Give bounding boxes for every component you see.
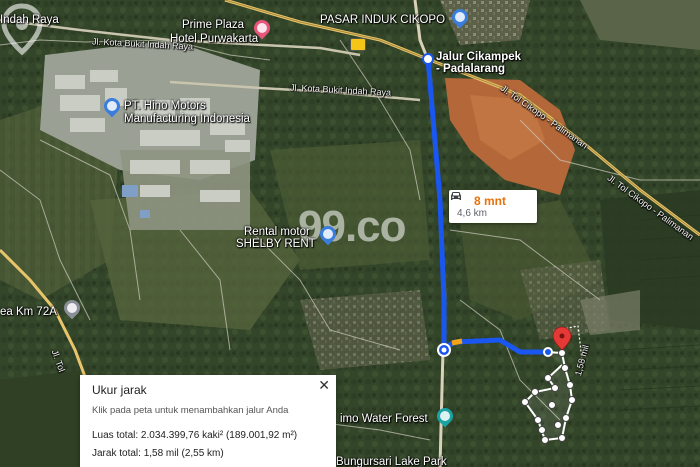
- route-start-marker[interactable]: [422, 53, 434, 65]
- measure-distance-panel: Ukur jarak ✕ Klik pada peta untuk menamb…: [80, 375, 336, 467]
- route-time: 8 mnt: [474, 194, 507, 208]
- route-info-bubble[interactable]: 8 mnt 4,6 km: [449, 190, 537, 223]
- map-label-hino: PT. Hino Motors: [124, 100, 206, 112]
- map-label-jalur-2: - Padalarang: [436, 63, 506, 75]
- watermark-logo-icon: [1, 3, 43, 56]
- route-distance: 4,6 km: [457, 208, 488, 219]
- panel-hint: Klik pada peta untuk menambahkan jalur A…: [92, 405, 289, 416]
- map-label-hino-2: Manufacturing Indonesia: [124, 113, 250, 125]
- map-label-rest-area: ea Km 72A: [0, 306, 57, 318]
- map-label-pasar-induk: PASAR INDUK CIKOPO: [320, 14, 446, 26]
- highway-shield-icon: [350, 38, 366, 51]
- map-label-indah-raya: Indah Raya: [0, 14, 59, 26]
- route-end-marker[interactable]: [543, 347, 553, 357]
- map-label-water-forest: imo Water Forest: [340, 413, 428, 425]
- close-icon[interactable]: ✕: [318, 377, 330, 394]
- car-icon: [451, 192, 461, 200]
- location-pin-icon[interactable]: [552, 326, 572, 351]
- map-label-prime-plaza: Prime Plaza: [182, 19, 244, 31]
- measure-points[interactable]: [521, 349, 576, 444]
- total-distance: Jarak total: 1,58 mil (2,55 km): [92, 448, 224, 459]
- map-label-lake-park: Bungursari Lake Park: [336, 456, 447, 467]
- panel-title: Ukur jarak: [92, 383, 147, 397]
- total-area: Luas total: 2.034.399,76 kaki² (189.001,…: [92, 430, 298, 441]
- map-label-rental-2: SHELBY RENT: [236, 238, 316, 250]
